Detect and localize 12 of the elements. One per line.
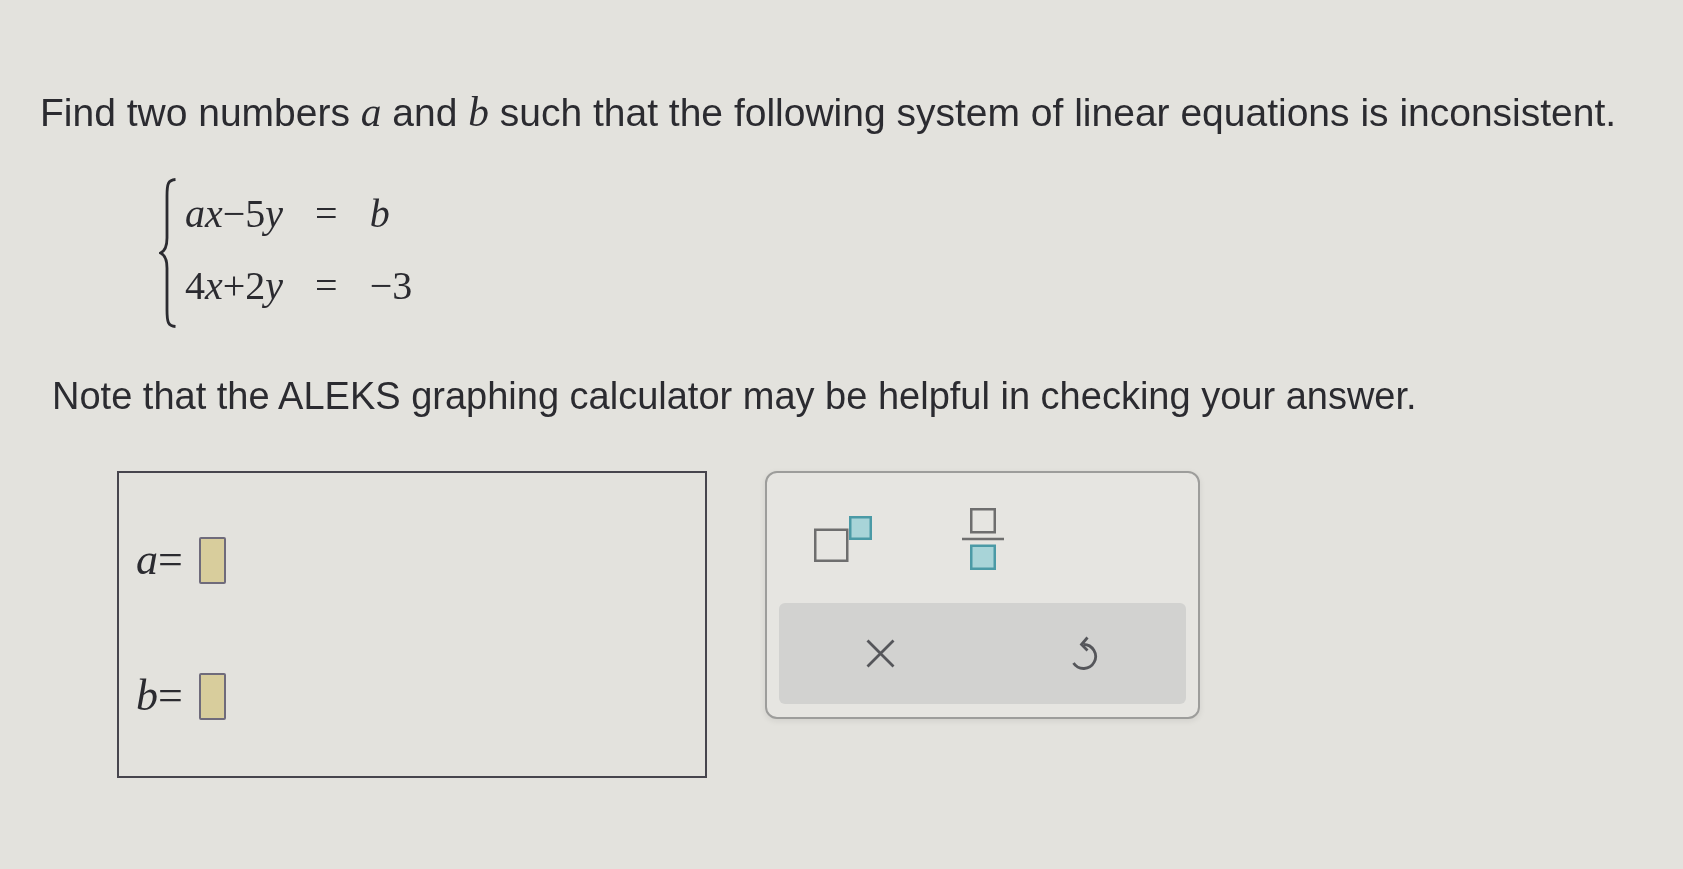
note-text: Note that the ALEKS graphing calculator may be helpful in checking your answer. [52, 374, 1418, 419]
answer-label: b= [136, 670, 183, 722]
cross-icon [866, 639, 896, 668]
brace-icon [159, 178, 177, 328]
answer-field[interactable] [198, 536, 226, 584]
equation: ax−5y = b [185, 190, 391, 238]
fraction-icon [962, 508, 1004, 570]
question-text: Find two numbers a and b such that the following system of linear equations is inconsistent. [40, 89, 1618, 136]
equation: 4x+2y = −3 [185, 262, 413, 310]
superscript-icon [814, 516, 872, 562]
answer-field[interactable] [198, 672, 226, 720]
answer-label: a= [136, 534, 183, 586]
